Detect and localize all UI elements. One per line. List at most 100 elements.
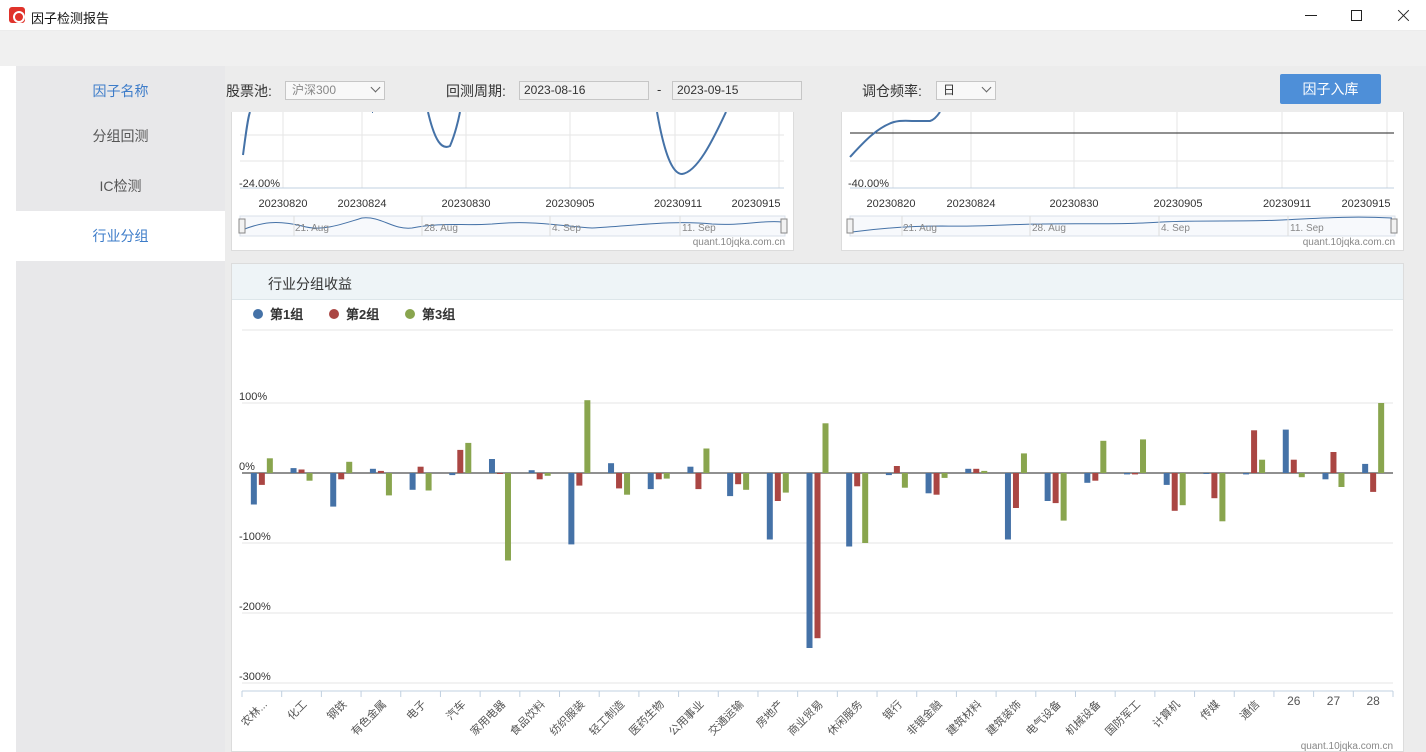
y-tick-label: -300% (239, 671, 271, 683)
navigator-left-handle[interactable] (846, 218, 854, 234)
bar (782, 473, 789, 493)
bar (1171, 473, 1178, 511)
bar (1251, 430, 1258, 473)
bar (727, 473, 734, 497)
bar (973, 468, 980, 473)
y-tick-label: 0% (239, 461, 255, 473)
bar (457, 449, 464, 473)
bar (465, 442, 472, 473)
legend-marker (253, 309, 263, 319)
navigator-right-handle[interactable] (1390, 218, 1398, 234)
stock-pool-label: 股票池: (226, 83, 272, 99)
bar (624, 473, 631, 495)
window-title: 因子检测报告 (31, 11, 110, 26)
chart-credit: quant.10jqka.com.cn (1301, 741, 1393, 752)
bar (298, 469, 305, 473)
bar (306, 473, 313, 481)
bar (885, 473, 892, 476)
bar (1012, 473, 1019, 508)
legend-item: 第2组 (346, 307, 379, 322)
sidebar-item-ic-test[interactable]: IC检测 (16, 161, 225, 211)
title-bar: 因子检测报告 (0, 0, 1426, 31)
nav-tick-label: 4. Sep (552, 223, 581, 234)
bar (346, 461, 353, 473)
bar (1362, 463, 1369, 473)
x-tick-label: 钢铁 (325, 698, 350, 723)
bar (417, 466, 424, 473)
navigator-left-handle[interactable] (238, 218, 246, 234)
bar (1243, 473, 1250, 475)
sidebar-item-group-backtest[interactable]: 分组回测 (16, 111, 225, 161)
bar (488, 459, 495, 473)
series-line (242, 111, 727, 176)
x-tick-label: 纺织服装 (546, 697, 587, 738)
bar (893, 466, 900, 473)
chevron-down-icon (370, 82, 381, 93)
x-tick-label: 20230905 (1154, 198, 1203, 210)
end-date-input[interactable]: 2023-09-15 (672, 81, 802, 100)
nav-tick-label: 28. Aug (424, 223, 458, 234)
x-tick-label: 交通运输 (705, 697, 746, 738)
bar (1211, 473, 1218, 499)
x-tick-label: 26 (1287, 694, 1301, 708)
bar (377, 470, 384, 473)
minimize-button[interactable] (1288, 0, 1334, 31)
toolbar (225, 66, 1410, 112)
x-tick-label: 电子 (404, 698, 429, 723)
legend-item: 第3组 (422, 307, 455, 322)
app-logo-icon (9, 7, 25, 23)
bar (1052, 473, 1059, 504)
bar (1132, 473, 1139, 475)
sidebar-item-industry-group[interactable]: 行业分组 (16, 211, 225, 261)
bar (846, 473, 853, 547)
navigator-right-handle[interactable] (780, 218, 788, 234)
bar (250, 473, 257, 505)
x-tick-label: 20230824 (947, 198, 996, 210)
x-tick-label: 20230830 (1050, 198, 1099, 210)
bar (1004, 473, 1011, 540)
bar (814, 473, 821, 639)
y-tick-label: 100% (239, 391, 267, 403)
nav-tick-label: 28. Aug (1032, 223, 1066, 234)
x-tick-label: 28 (1366, 694, 1380, 708)
bar (663, 473, 670, 479)
start-date-input[interactable]: 2023-08-16 (519, 81, 649, 100)
panel-title: 行业分组收益 (268, 276, 352, 292)
x-tick-label: 轻工制造 (586, 697, 627, 738)
top-left-chart: -24.00% 20230820 20230824 20230830 20230… (238, 111, 788, 248)
nav-tick-label: 4. Sep (1161, 223, 1190, 234)
bar (496, 473, 503, 474)
x-tick-label: 农林... (238, 697, 270, 729)
bar (1163, 473, 1170, 485)
x-tick-label: 机械设备 (1062, 697, 1103, 738)
maximize-button[interactable] (1334, 0, 1380, 31)
bar (576, 473, 583, 486)
x-tick-label: 银行 (880, 697, 905, 722)
y-tick-label: -24.00% (239, 178, 280, 190)
x-tick-label: 国防军工 (1102, 697, 1143, 738)
legend-item: 第1组 (270, 307, 303, 322)
bar (941, 473, 948, 478)
bar (1290, 459, 1297, 473)
bar (1330, 452, 1337, 473)
sidebar-item-factor-name[interactable]: 因子名称 (16, 66, 225, 116)
rebalance-freq-select[interactable]: 日 (936, 81, 996, 100)
factor-save-button[interactable]: 因子入库 (1280, 74, 1381, 104)
maximize-icon (1351, 10, 1362, 21)
bar (766, 473, 773, 540)
x-tick-label: 有色金属 (348, 697, 389, 738)
y-tick-label: -40.00% (848, 178, 889, 190)
x-tick-label: 20230915 (1342, 198, 1391, 210)
y-tick-label: -200% (239, 601, 271, 613)
stock-pool-select[interactable]: 沪深300 (285, 81, 385, 100)
grid (240, 112, 784, 188)
bar (1370, 473, 1377, 492)
top-left-chart-panel: -24.00% 20230820 20230824 20230830 20230… (231, 111, 794, 251)
close-button[interactable] (1380, 0, 1426, 31)
series-line (849, 111, 941, 158)
rebalance-freq-label: 调仓频率: (862, 83, 922, 99)
bar (568, 473, 575, 545)
chevron-down-icon (981, 82, 992, 93)
nav-tick-label: 21. Aug (295, 223, 329, 234)
top-right-chart: -40.00% 20230820 20230824 20230830 20230… (846, 111, 1398, 248)
